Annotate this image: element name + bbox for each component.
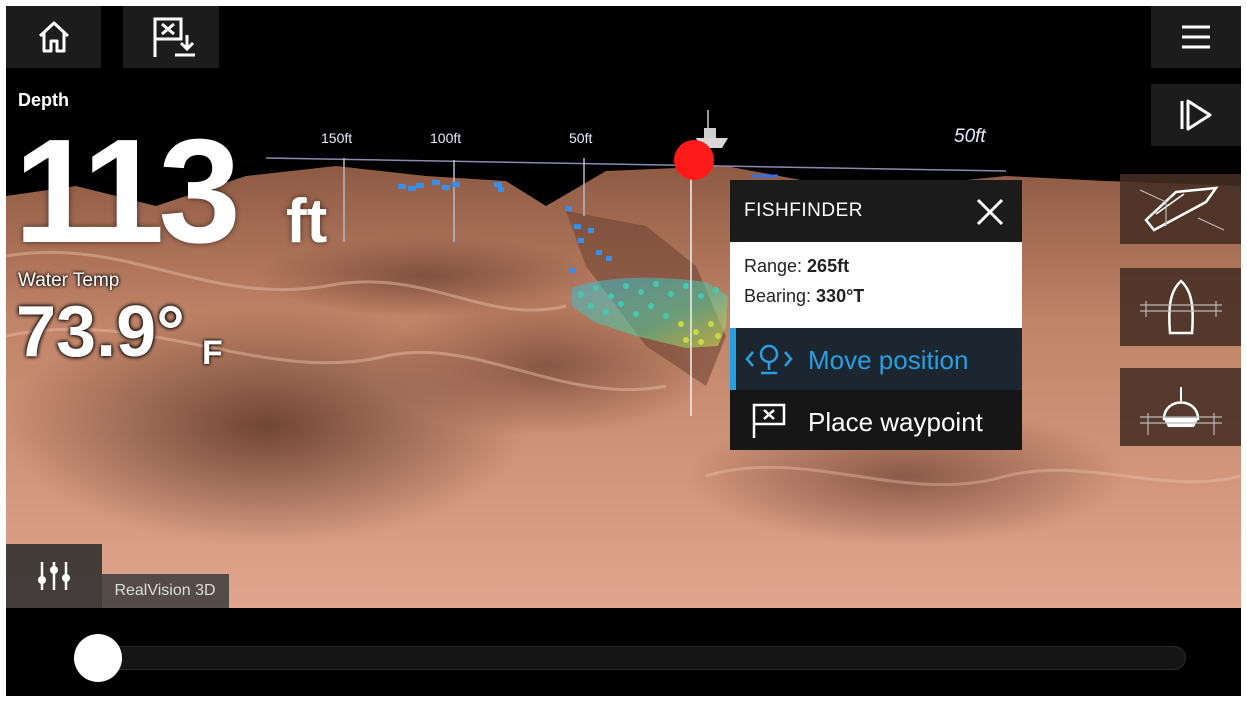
home-button[interactable] [6, 6, 101, 68]
home-icon [38, 21, 69, 53]
mode-label: RealVision 3D [101, 574, 229, 608]
play-button[interactable] [1151, 84, 1241, 146]
top-view-button[interactable] [1120, 268, 1241, 346]
menu-button[interactable] [1151, 6, 1241, 68]
boat-front-view-icon [1139, 387, 1222, 435]
depth-unit: ft [286, 187, 328, 256]
range-scale-100: 100ft [430, 130, 462, 146]
fishfinder-context-menu: FISHFINDER Range: 265ft Bearing: 330°T M… [730, 180, 1022, 450]
selection-indicator [730, 328, 736, 390]
target-info: Range: 265ft Bearing: 330°T [730, 242, 1022, 328]
play-icon [1180, 99, 1212, 131]
water-temp-value: 73.9° [16, 292, 185, 372]
settings-button[interactable] [6, 544, 102, 608]
water-temp-unit: F [202, 334, 223, 372]
realvision-3d-view[interactable] [6, 6, 1241, 608]
front-view-button[interactable] [1120, 368, 1241, 446]
popup-title: FISHFINDER [744, 200, 863, 221]
isometric-view-button[interactable] [1120, 174, 1241, 244]
move-position-icon [745, 344, 793, 375]
depth-value: 113 [14, 109, 241, 274]
place-waypoint-option[interactable]: Place waypoint [730, 390, 1022, 450]
move-position-option[interactable]: Move position [730, 328, 1022, 390]
bearing-label: Bearing: [744, 286, 817, 306]
waypoint-button[interactable] [123, 6, 219, 68]
bearing-value: 330°T [816, 286, 865, 306]
history-slider-thumb[interactable] [74, 634, 122, 682]
history-slider-track[interactable] [74, 646, 1186, 670]
popup-header: FISHFINDER [730, 180, 1022, 242]
close-icon [976, 198, 1004, 226]
range-value: 265ft [807, 256, 850, 276]
hamburger-menu-icon [1182, 25, 1210, 49]
depth-label: Depth [18, 90, 69, 110]
fishfinder-screen: 150ft 100ft 50ft 50ft Depth 113 ft Water… [6, 6, 1241, 696]
boat-top-view-icon [1139, 279, 1222, 335]
place-waypoint-label: Place waypoint [808, 407, 983, 437]
range-scale-150: 150ft [321, 130, 353, 146]
range-label: Range: [744, 256, 808, 276]
boat-isometric-view-icon [1139, 186, 1224, 232]
bearing-row: Bearing: 330°T [744, 286, 864, 307]
sliders-icon [38, 562, 70, 590]
close-button[interactable] [968, 190, 1012, 234]
waypoint-flag-icon [752, 403, 786, 438]
range-row: Range: 265ft [744, 256, 849, 277]
range-scale-50: 50ft [569, 130, 593, 146]
move-position-label: Move position [808, 345, 969, 375]
range-scale-right-50: 50ft [954, 126, 986, 147]
waypoint-flag-icon [153, 17, 195, 57]
water-temp-label: Water Temp [18, 270, 120, 291]
